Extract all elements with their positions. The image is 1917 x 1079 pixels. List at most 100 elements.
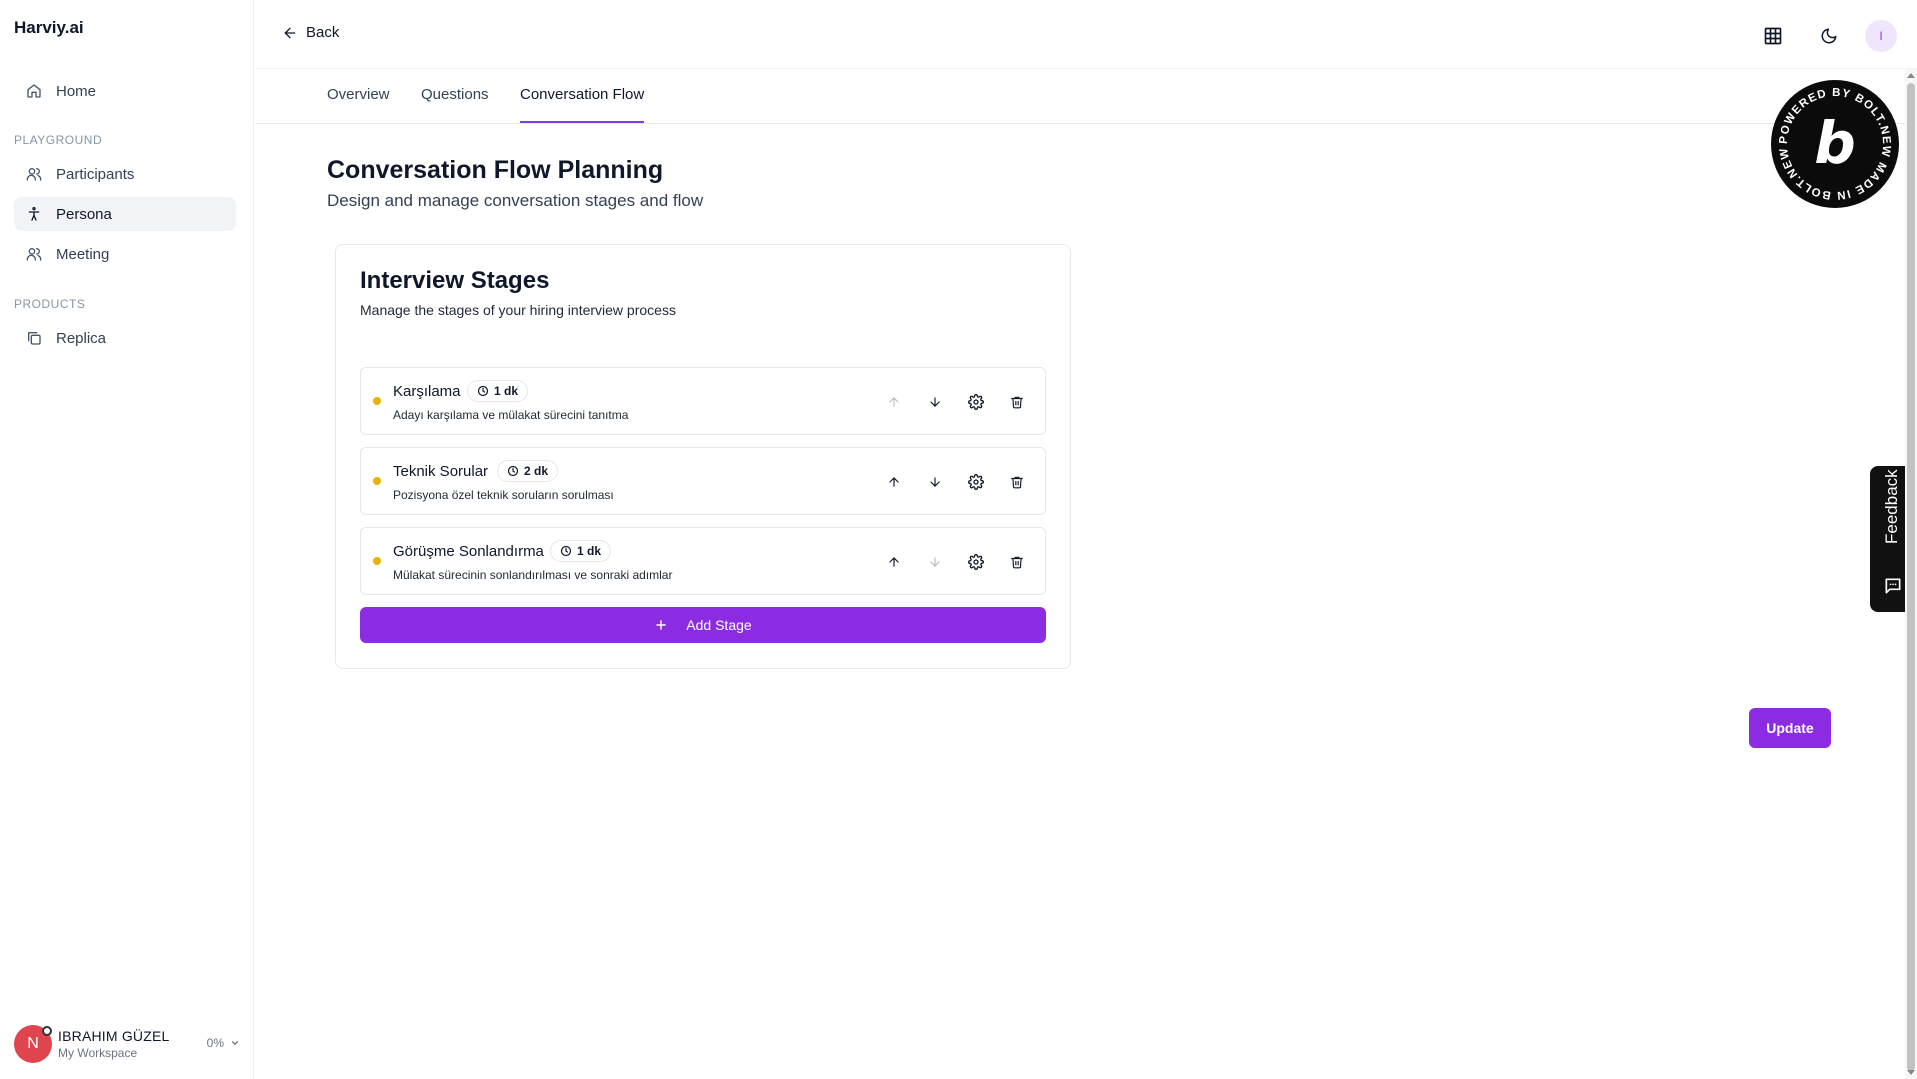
stage-actions <box>865 470 1029 494</box>
user-menu[interactable]: N IBRAHIM GÜZEL My Workspace 0% <box>14 1022 240 1066</box>
plus-icon <box>656 620 667 630</box>
stage-description: Pozisyona özel teknik soruların sorulmas… <box>393 488 614 502</box>
clock-icon <box>507 465 519 477</box>
clock-icon <box>477 385 489 397</box>
update-button[interactable]: Update <box>1749 708 1831 748</box>
move-up-button[interactable] <box>882 390 906 414</box>
scroll-up-icon[interactable] <box>1907 73 1915 78</box>
message-icon <box>1885 578 1901 594</box>
delete-button[interactable] <box>1005 390 1029 414</box>
clock-icon <box>560 545 572 557</box>
user-name: IBRAHIM GÜZEL <box>58 1028 170 1044</box>
trash-icon <box>1011 556 1023 569</box>
duration-value: 1 dk <box>494 384 519 398</box>
usage-indicator: 0% <box>207 1036 240 1050</box>
stage-description: Mülakat sürecinin sonlandırılması ve son… <box>393 568 673 582</box>
move-down-button[interactable] <box>923 470 947 494</box>
chevron-down-icon <box>231 1041 239 1045</box>
card-title: Interview Stages <box>360 267 550 294</box>
sidebar-item-meeting[interactable]: Meeting <box>14 237 236 271</box>
arrow-down-icon <box>930 557 940 567</box>
duration-badge: 1 dk <box>550 540 612 562</box>
gear-icon <box>968 474 984 490</box>
status-dot <box>42 1026 52 1036</box>
person-standing-icon <box>28 207 40 221</box>
grid-icon <box>1764 27 1782 45</box>
move-down-button[interactable] <box>923 390 947 414</box>
home-icon <box>27 84 41 98</box>
feedback-label: Feedback <box>1882 469 1901 544</box>
settings-button[interactable] <box>964 390 988 414</box>
grid-button[interactable] <box>1755 18 1791 54</box>
settings-button[interactable] <box>964 470 988 494</box>
users-icon <box>26 168 42 181</box>
header-divider <box>255 68 1917 69</box>
section-label-playground: PLAYGROUND <box>14 133 103 147</box>
stage-item: Karşılama 1 dk Adayı karşılama ve mülaka… <box>360 367 1046 435</box>
tabs-divider <box>255 123 1917 124</box>
sidebar-item-label: Persona <box>56 205 112 223</box>
delete-button[interactable] <box>1005 470 1029 494</box>
section-label-products: PRODUCTS <box>14 297 86 311</box>
page-title: Conversation Flow Planning <box>327 156 664 184</box>
stage-status-dot <box>373 397 381 405</box>
app-root: Harviy.ai Home PLAYGROUND Participants P… <box>0 0 1917 1079</box>
copy-icon <box>28 332 41 345</box>
tab-overview[interactable]: Overview <box>327 86 390 103</box>
sidebar-item-label: Home <box>56 82 97 100</box>
sidebar-item-home[interactable]: Home <box>14 74 236 108</box>
header-actions: I <box>1735 18 1897 54</box>
arrow-down-icon <box>930 397 940 407</box>
stage-status-dot <box>373 477 381 485</box>
back-button[interactable]: Back <box>282 24 339 41</box>
bolt-letter: b <box>1814 109 1856 177</box>
sidebar-item-label: Meeting <box>56 245 110 263</box>
card-subtitle: Manage the stages of your hiring intervi… <box>360 302 676 318</box>
sidebar: Harviy.ai Home PLAYGROUND Participants P… <box>0 0 254 1079</box>
delete-button[interactable] <box>1005 550 1029 574</box>
gear-icon <box>968 394 984 410</box>
stage-name: Karşılama <box>393 383 461 400</box>
sidebar-item-participants[interactable]: Participants <box>14 157 236 191</box>
settings-button[interactable] <box>964 550 988 574</box>
scroll-down-icon[interactable] <box>1907 1070 1915 1075</box>
user-info: IBRAHIM GÜZEL My Workspace <box>58 1028 170 1060</box>
move-up-button[interactable] <box>882 470 906 494</box>
arrow-down-icon <box>930 477 940 487</box>
stage-name: Teknik Sorular <box>393 463 489 480</box>
move-up-button[interactable] <box>882 550 906 574</box>
stage-actions <box>865 550 1029 574</box>
gear-icon <box>968 554 984 570</box>
move-down-button[interactable] <box>923 550 947 574</box>
avatar: N <box>14 1025 52 1063</box>
arrow-up-icon <box>889 397 899 407</box>
add-stage-label: Add Stage <box>686 617 752 633</box>
tab-questions[interactable]: Questions <box>421 86 489 103</box>
arrow-up-icon <box>889 557 899 567</box>
profile-avatar[interactable]: I <box>1865 20 1897 52</box>
sidebar-item-persona[interactable]: Persona <box>14 197 236 231</box>
theme-toggle-button[interactable] <box>1811 18 1847 54</box>
scrollbar-thumb[interactable] <box>1907 83 1915 1071</box>
stage-description: Adayı karşılama ve mülakat sürecini tanı… <box>393 408 629 422</box>
stage-item: Teknik Sorular 2 dk Pozisyona özel tekni… <box>360 447 1046 515</box>
workspace-name: My Workspace <box>58 1046 138 1060</box>
duration-value: 2 dk <box>524 464 549 478</box>
arrow-left-icon <box>284 27 296 38</box>
usage-value: 0% <box>206 1036 224 1050</box>
sidebar-item-replica[interactable]: Replica <box>14 321 236 355</box>
duration-badge: 2 dk <box>497 460 559 482</box>
avatar-initial: N <box>27 1035 39 1052</box>
brand-logo[interactable]: Harviy.ai <box>14 18 84 38</box>
scrollbar[interactable] <box>1905 69 1917 1079</box>
add-stage-button[interactable]: Add Stage <box>360 607 1046 643</box>
stage-status-dot <box>373 557 381 565</box>
stage-actions <box>865 390 1029 414</box>
back-label: Back <box>306 24 340 41</box>
tab-conversation-flow[interactable]: Conversation Flow <box>520 86 644 103</box>
stage-name: Görüşme Sonlandırma <box>393 543 544 560</box>
moon-icon <box>1821 28 1837 44</box>
bolt-badge-logo[interactable]: POWERED BY BOLT.NEW MADE IN BOLT.NEW b <box>1770 79 1900 209</box>
duration-badge: 1 dk <box>467 380 529 402</box>
sidebar-item-label: Replica <box>56 329 107 347</box>
